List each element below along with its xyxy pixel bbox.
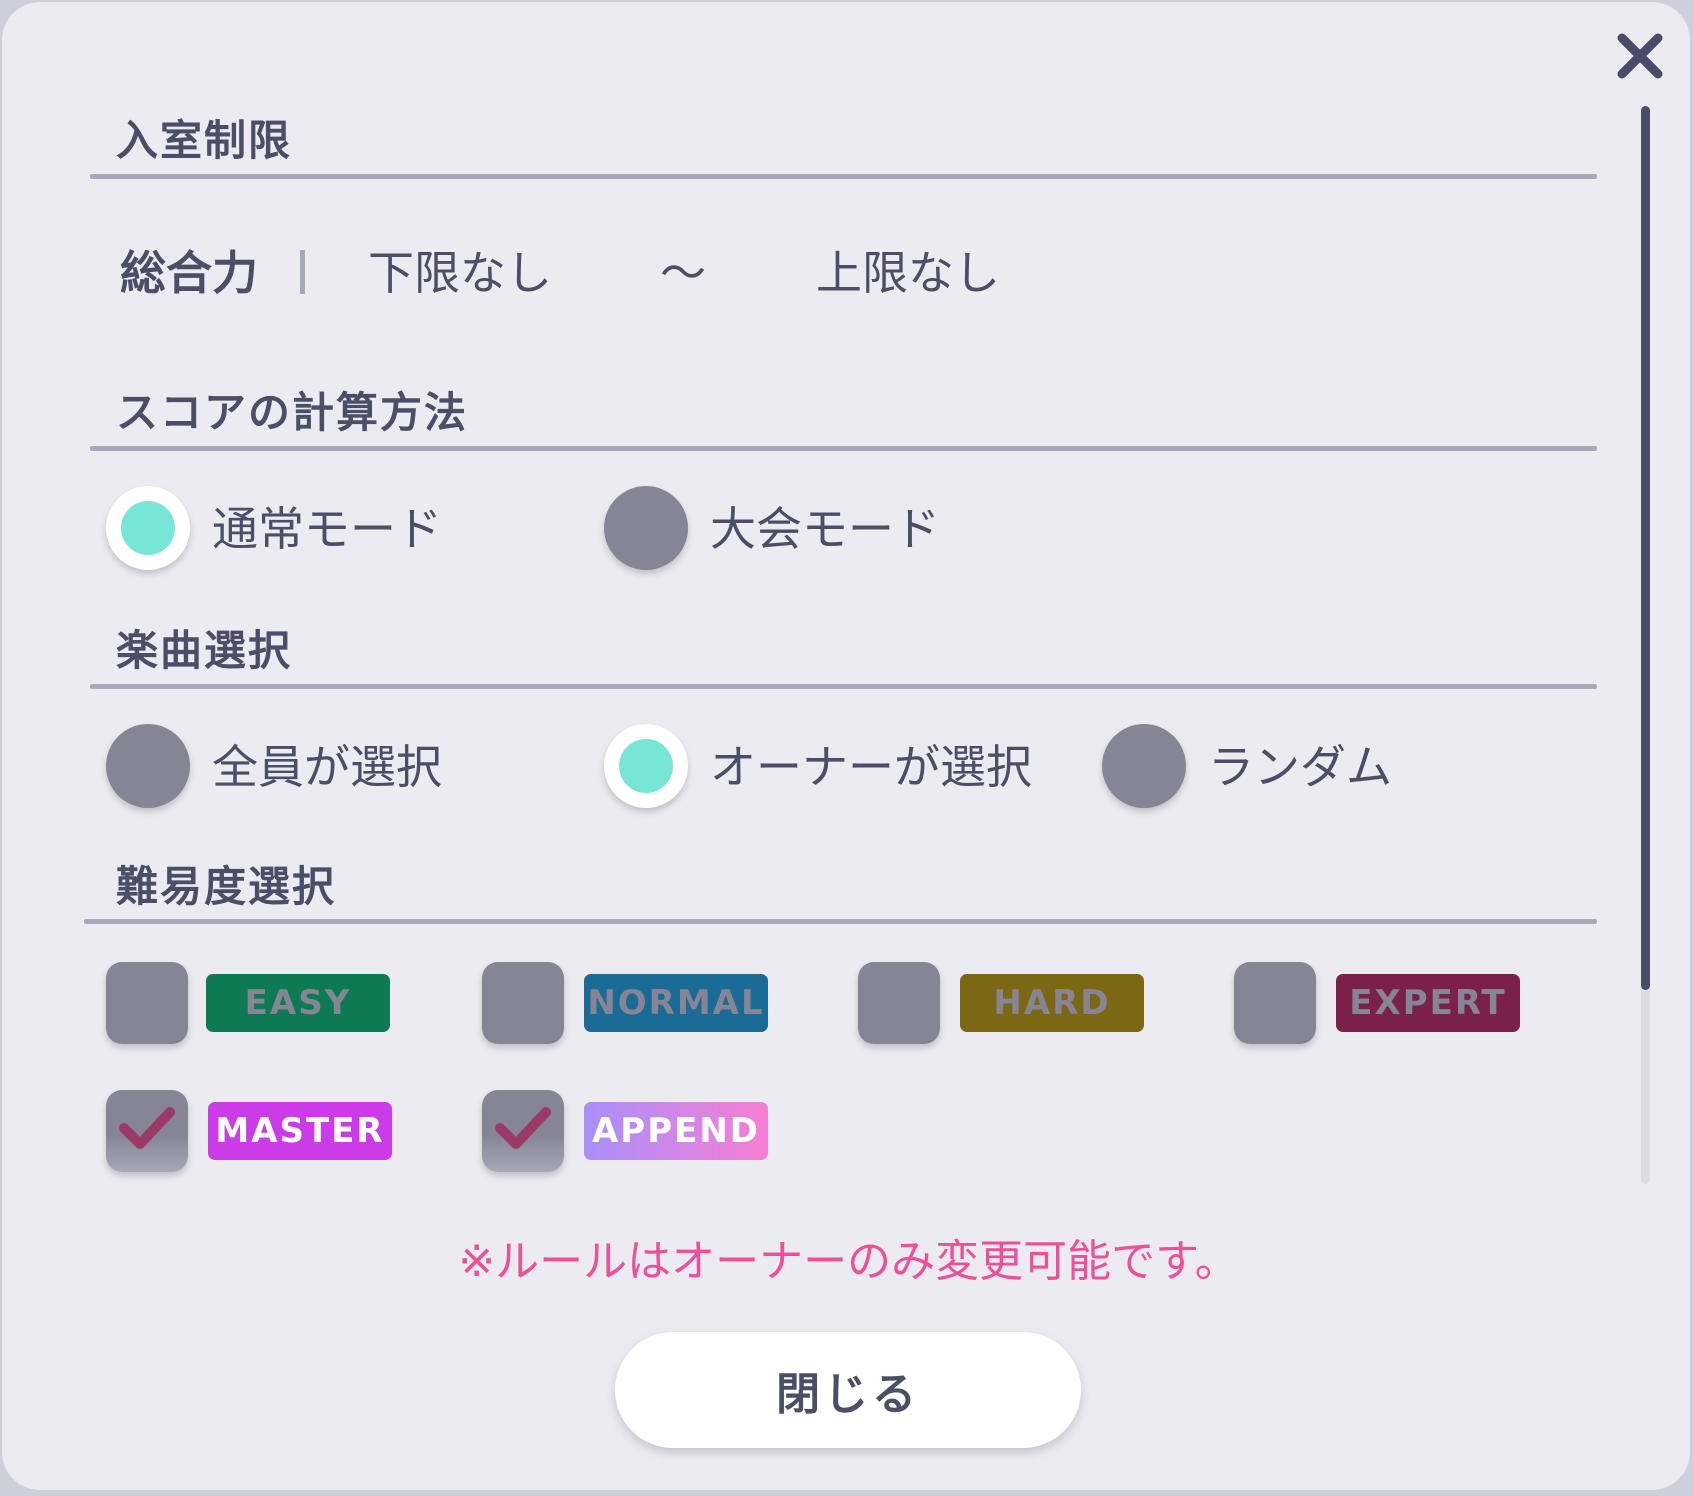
radio-label-random[interactable]: ランダム (1208, 744, 1392, 790)
checkbox-hard[interactable] (858, 962, 940, 1044)
upper-limit-value[interactable]: 上限なし (816, 250, 1000, 296)
section-divider (90, 174, 1597, 179)
close-button[interactable]: 閉じる (615, 1332, 1081, 1448)
difficulty-badge-append: APPEND (584, 1102, 768, 1160)
radio-label-owner-select[interactable]: オーナーが選択 (710, 744, 1032, 790)
separator (300, 250, 305, 294)
difficulty-badge-master: MASTER (208, 1102, 392, 1160)
checkbox-append[interactable] (482, 1090, 564, 1172)
difficulty-badge-expert: EXPERT (1336, 974, 1520, 1032)
section-divider (90, 684, 1597, 689)
radio-everyone-select[interactable] (106, 724, 190, 808)
lower-limit-value[interactable]: 下限なし (368, 250, 552, 296)
difficulty-badge-normal: NORMAL (584, 974, 768, 1032)
radio-label-tournament-mode[interactable]: 大会モード (710, 506, 940, 552)
checkbox-easy[interactable] (106, 962, 188, 1044)
total-power-label: 総合力 (120, 246, 258, 300)
radio-dot (121, 501, 175, 555)
owner-only-note: ※ルールはオーナーのみ変更可能です。 (458, 1236, 1239, 1287)
section-divider (90, 446, 1597, 451)
radio-owner-select[interactable] (604, 724, 688, 808)
difficulty-badge-hard: HARD (960, 974, 1144, 1032)
checkbox-normal[interactable] (482, 962, 564, 1044)
section-divider (84, 919, 1597, 924)
checkmark-icon (119, 1107, 175, 1149)
checkbox-master[interactable] (106, 1090, 188, 1172)
checkmark-icon (495, 1107, 551, 1149)
range-tilde: ～ (660, 246, 706, 300)
difficulty-badge-easy: EASY (206, 974, 390, 1032)
radio-normal-mode[interactable] (106, 486, 190, 570)
section-title-entry-limit: 入室制限 (116, 116, 293, 165)
radio-random[interactable] (1102, 724, 1186, 808)
room-rules-dialog: 入室制限 総合力 下限なし ～ 上限なし スコアの計算方法 通常モード 大会モー… (2, 2, 1690, 1490)
section-title-difficulty: 難易度選択 (116, 862, 337, 911)
radio-label-everyone-select[interactable]: 全員が選択 (212, 744, 442, 790)
radio-dot (619, 739, 673, 793)
scrollbar-thumb[interactable] (1641, 106, 1650, 990)
close-icon[interactable] (1610, 26, 1670, 86)
radio-label-normal-mode[interactable]: 通常モード (212, 506, 442, 552)
checkbox-expert[interactable] (1234, 962, 1316, 1044)
section-title-score-method: スコアの計算方法 (116, 388, 469, 437)
scrollbar[interactable] (1641, 106, 1650, 1184)
section-title-song-select: 楽曲選択 (116, 626, 293, 675)
radio-tournament-mode[interactable] (604, 486, 688, 570)
